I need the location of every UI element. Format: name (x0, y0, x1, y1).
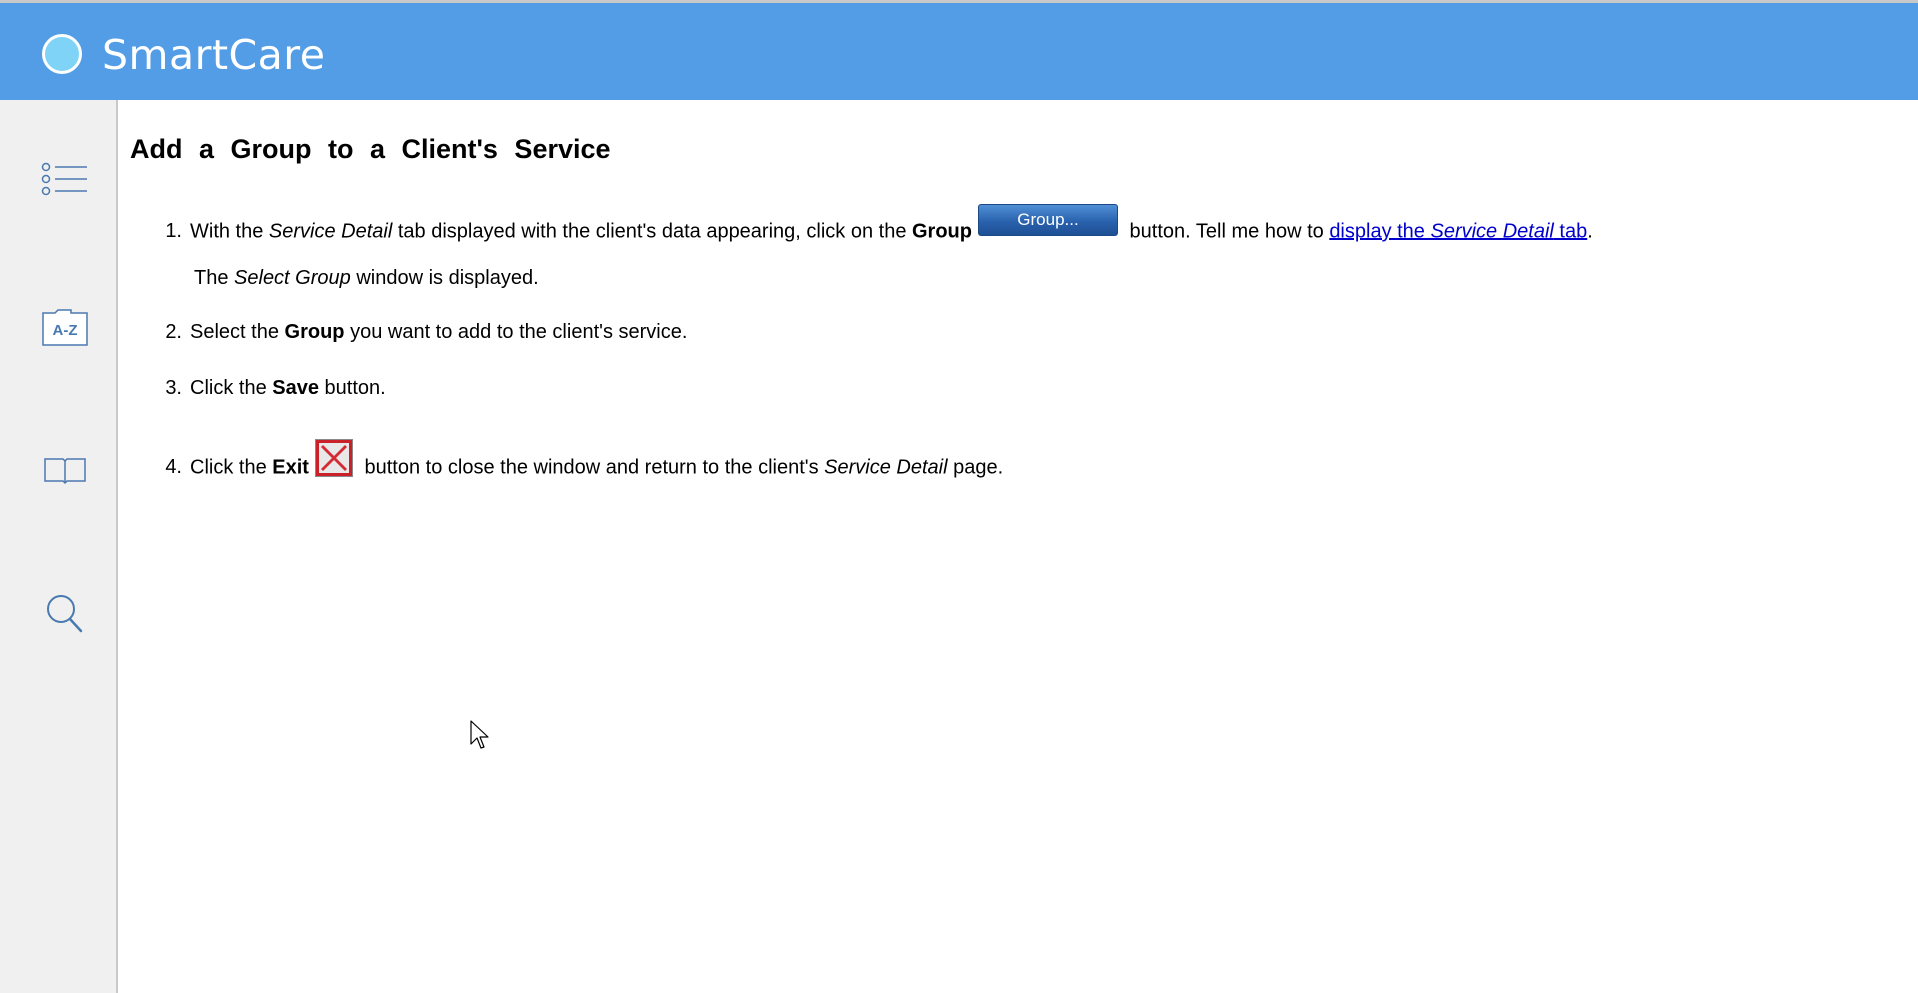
step-text: Click the (190, 456, 273, 479)
step-text-bold: Group (284, 321, 345, 343)
step-text-bold: Save (272, 377, 319, 399)
step-number: 4. (165, 456, 182, 479)
step-text: Select the (190, 321, 285, 343)
step-text: you want to add to the client's service. (344, 321, 688, 343)
display-service-detail-tab-link[interactable]: display the Service Detail tab (1329, 220, 1587, 242)
step-text-italic: Service Detail (268, 220, 393, 243)
step-number: 3. (165, 377, 182, 399)
step-text-bold: Group (912, 220, 972, 243)
az-label: A-Z (53, 322, 78, 339)
link-text: display the (1329, 220, 1431, 243)
step-text: The (194, 267, 235, 289)
sidebar-index-button[interactable]: A-Z (30, 292, 100, 362)
exit-button-icon (314, 439, 353, 477)
step-1-result: The Select Group window is displayed. (194, 267, 539, 290)
sidebar-contents-button[interactable] (30, 144, 100, 214)
step-text: Click the (190, 377, 273, 399)
topic-content: Add a Group to a Client's Service 1. With… (118, 100, 1918, 993)
step-text: button. Tell me how to (1124, 220, 1330, 243)
az-folder-icon: A-Z (42, 309, 88, 346)
step-text: button. (318, 377, 386, 399)
link-text: tab (1553, 220, 1588, 243)
step-text: page. (947, 456, 1004, 479)
step-2: 2. Select the Group you want to add to th… (154, 321, 687, 344)
sidebar-search-button[interactable] (30, 578, 100, 648)
step-text: . (1587, 220, 1593, 243)
app-header: SmartCare (0, 3, 1918, 100)
page-title: Add a Group to a Client's Service (130, 134, 611, 164)
logo-circle-icon (42, 34, 82, 74)
sidebar-glossary-button[interactable] (30, 434, 100, 504)
search-icon (47, 595, 83, 633)
app-title: SmartCare (102, 31, 326, 79)
step-text: button to close the window and return to… (358, 456, 825, 479)
mouse-cursor-icon (470, 720, 489, 749)
step-1: 1. With the Service Detail tab displayed … (154, 204, 1593, 248)
step-text-italic: Select Group (234, 267, 351, 289)
step-text: tab displayed with the client's data app… (392, 220, 912, 243)
group-button-image: Group... (978, 204, 1118, 236)
step-text-italic: Service Detail (824, 456, 948, 479)
step-text: With the (190, 220, 269, 243)
link-text-italic: Service Detail (1430, 220, 1554, 243)
book-icon (44, 458, 86, 485)
step-text: window is displayed. (350, 267, 539, 289)
step-3: 3. Click the Save button. (154, 377, 386, 400)
step-text-bold: Exit (272, 456, 309, 479)
step-4: 4. Click the Exit button to close the win… (154, 439, 1004, 487)
step-number: 1. (165, 220, 182, 243)
step-number: 2. (165, 321, 182, 343)
sidebar: A-Z (0, 100, 118, 993)
list-icon (41, 162, 87, 196)
